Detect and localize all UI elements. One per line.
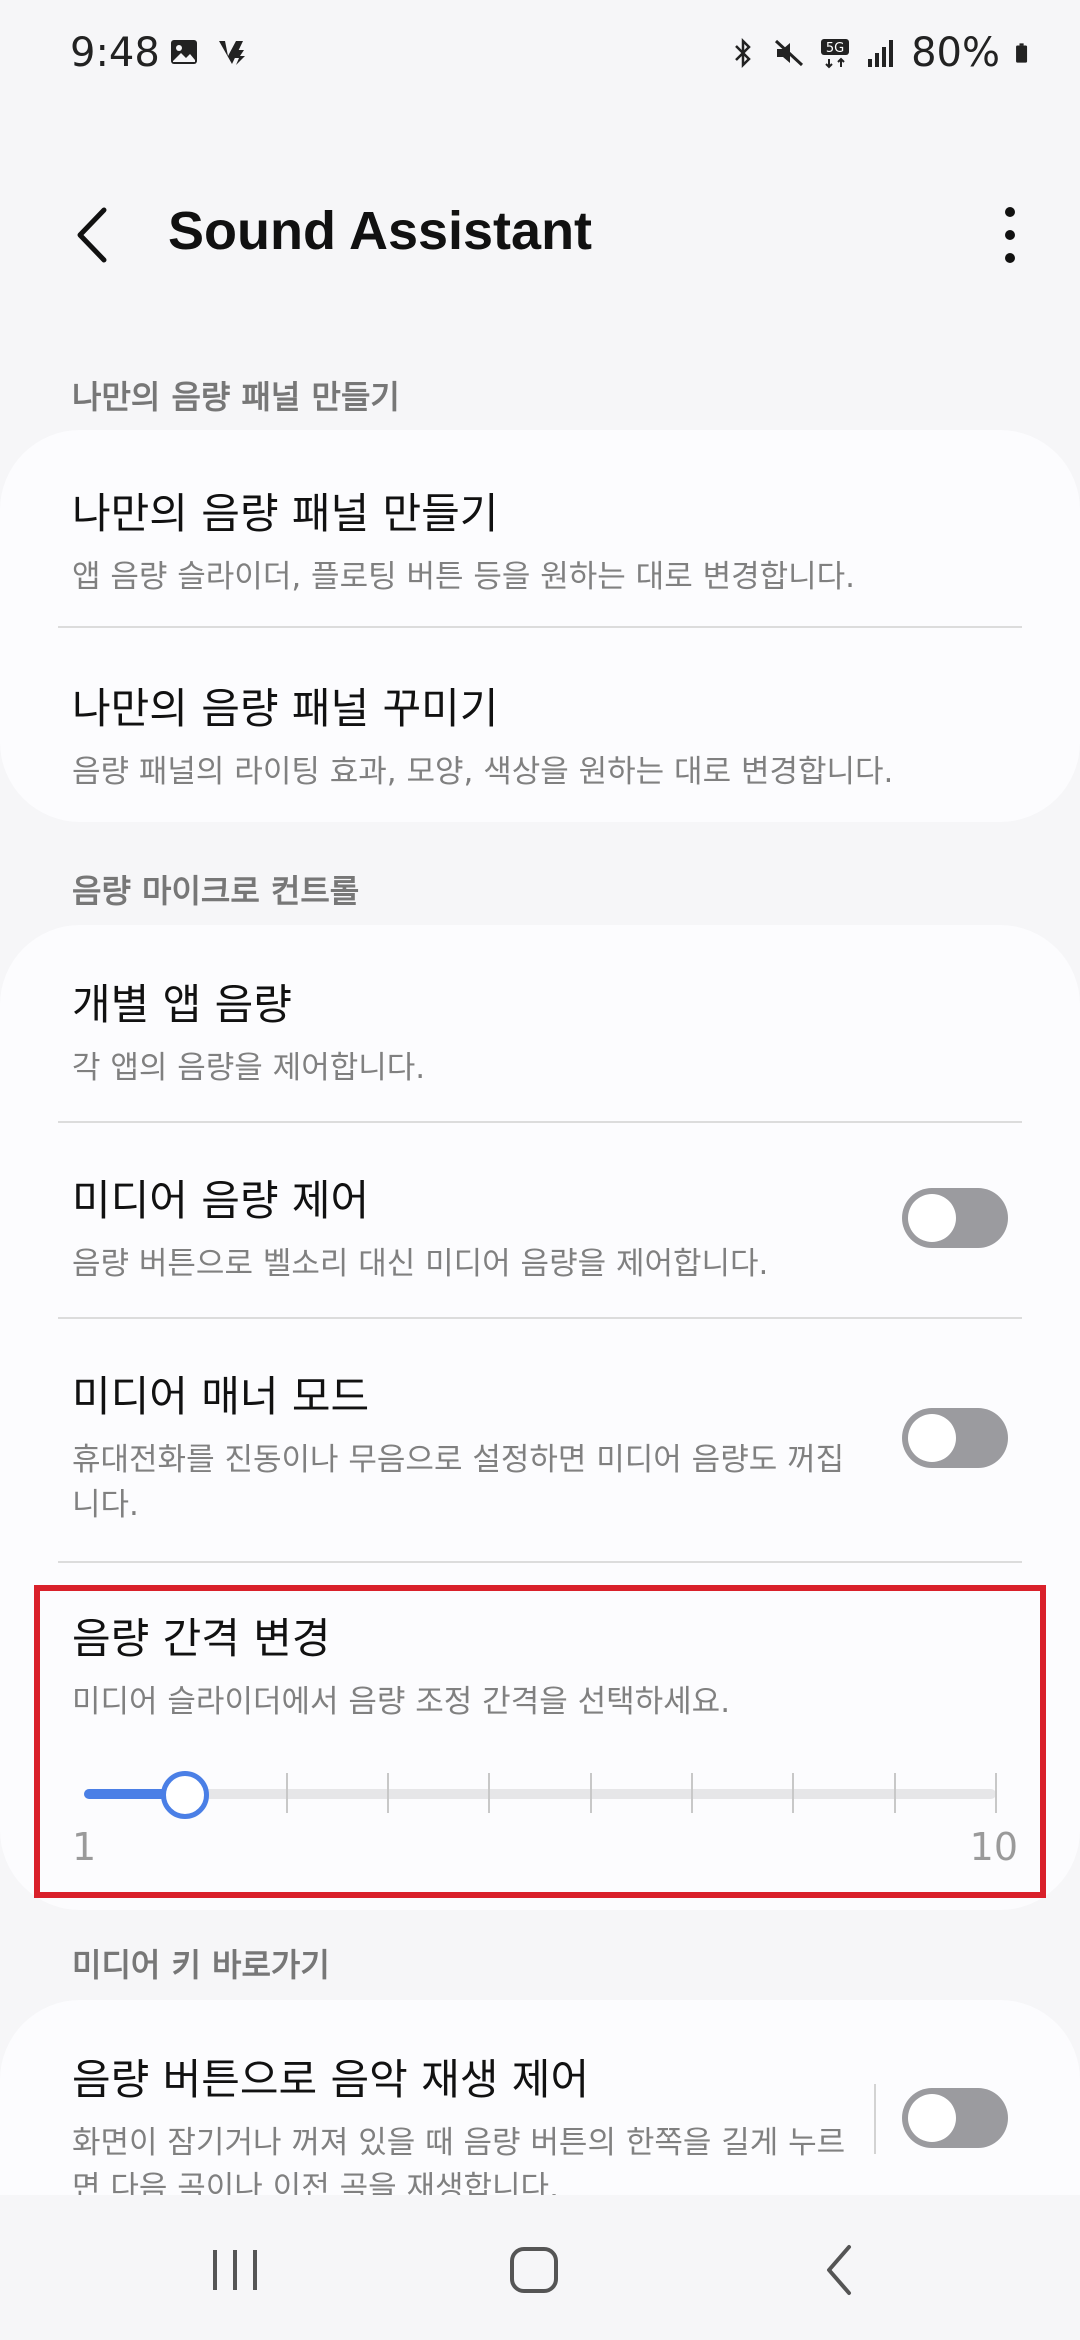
item-subtitle: 음량 버튼으로 벨소리 대신 미디어 음량을 제어합니다.: [72, 1246, 769, 1282]
media-silent-mode-toggle[interactable]: [902, 1408, 1008, 1468]
vertical-divider: [874, 2084, 876, 2154]
recent-apps-icon[interactable]: [200, 2235, 270, 2305]
list-item-customize-volume-panel[interactable]: 나만의 음량 패널 꾸미기 음량 패널의 라이팅 효과, 모양, 색상을 원하는…: [72, 675, 1008, 795]
divider: [58, 626, 1022, 628]
app-bar: Sound Assistant: [0, 180, 1080, 290]
section-header-media-keys: 미디어 키 바로가기: [72, 1946, 330, 1984]
list-item-volume-step: 음량 간격 변경 미디어 슬라이더에서 음량 조정 간격을 선택하세요.: [72, 1605, 1008, 1725]
navigation-bar: [0, 2195, 1080, 2340]
slider-max-label: 10: [969, 1825, 1018, 1869]
list-item-create-volume-panel[interactable]: 나만의 음량 패널 만들기 앱 음량 슬라이더, 플로팅 버튼 등을 원하는 대…: [72, 480, 1008, 600]
back-icon[interactable]: [805, 2235, 875, 2305]
micro-control-card: 개별 앱 음량 각 앱의 음량을 제어합니다. 미디어 음량 제어 음량 버튼으…: [0, 925, 1080, 1910]
item-subtitle: 음량 패널의 라이팅 효과, 모양, 색상을 원하는 대로 변경합니다.: [72, 754, 894, 790]
slider-tick: [691, 1773, 693, 1813]
item-title: 개별 앱 음량: [72, 980, 292, 1029]
svg-text:5G: 5G: [826, 41, 844, 56]
slider-tick: [285, 1773, 288, 1813]
item-subtitle: 각 앱의 음량을 제어합니다.: [72, 1050, 426, 1086]
back-arrow-icon[interactable]: [60, 200, 130, 270]
page-title: Sound Assistant: [168, 201, 593, 261]
list-item-media-volume-control[interactable]: 미디어 음량 제어 음량 버튼으로 벨소리 대신 미디어 음량을 제어합니다.: [72, 1167, 850, 1287]
slider-min-label: 1: [72, 1825, 97, 1869]
status-time: 9:48: [70, 30, 160, 76]
section-header-micro-control: 음량 마이크로 컨트롤: [72, 872, 360, 910]
item-subtitle: 미디어 슬라이더에서 음량 조정 간격을 선택하세요.: [72, 1684, 731, 1720]
home-icon[interactable]: [500, 2235, 570, 2305]
volume-button-playback-toggle[interactable]: [902, 2088, 1008, 2148]
item-subtitle: 휴대전화를 진동이나 무음으로 설정하면 미디어 음량도 꺼집니다.: [72, 1442, 845, 1523]
divider: [58, 1121, 1022, 1123]
list-item-media-silent-mode[interactable]: 미디어 매너 모드 휴대전화를 진동이나 무음으로 설정하면 미디어 음량도 꺼…: [72, 1363, 850, 1528]
5g-icon: 5G: [821, 39, 850, 69]
section-header-panel: 나만의 음량 패널 만들기: [72, 378, 400, 416]
slider-thumb[interactable]: [161, 1771, 210, 1819]
mute-icon: [775, 39, 804, 67]
item-title: 미디어 매너 모드: [72, 1372, 370, 1421]
battery-percentage: 80%: [911, 30, 1000, 76]
panel-card: 나만의 음량 패널 만들기 앱 음량 슬라이더, 플로팅 버튼 등을 원하는 대…: [0, 430, 1080, 822]
signal-icon: [868, 40, 894, 67]
slider-tick: [387, 1773, 389, 1813]
more-options-icon[interactable]: [980, 200, 1040, 270]
item-title: 미디어 음량 제어: [72, 1176, 370, 1225]
slider-tick: [792, 1773, 795, 1813]
slider-tick: [893, 1773, 896, 1813]
list-item-volume-button-playback[interactable]: 음량 버튼으로 음악 재생 제어 화면이 잠기거나 꺼져 있을 때 음량 버튼의…: [72, 2046, 850, 2211]
divider: [58, 1561, 1022, 1563]
item-title: 음량 버튼으로 음악 재생 제어: [72, 2055, 590, 2104]
bluetooth-icon: [735, 37, 751, 69]
slider-tick: [995, 1773, 997, 1813]
image-icon: [171, 40, 197, 64]
volume-step-slider[interactable]: [84, 1765, 997, 1821]
slider-tick: [589, 1773, 592, 1813]
slider-track: [84, 1789, 996, 1799]
item-title: 나만의 음량 패널 꾸미기: [72, 684, 499, 733]
app-notification-icon: [219, 41, 245, 65]
slider-tick: [488, 1773, 491, 1813]
divider: [58, 1317, 1022, 1319]
status-bar: 9:48 5G 80%: [0, 0, 1080, 110]
battery-icon: [1016, 43, 1028, 63]
item-subtitle: 앱 음량 슬라이더, 플로팅 버튼 등을 원하는 대로 변경합니다.: [72, 559, 856, 595]
item-title: 나만의 음량 패널 만들기: [72, 489, 499, 538]
item-title: 음량 간격 변경: [72, 1614, 331, 1663]
media-volume-control-toggle[interactable]: [902, 1188, 1008, 1248]
list-item-app-volume[interactable]: 개별 앱 음량 각 앱의 음량을 제어합니다.: [72, 971, 1008, 1091]
